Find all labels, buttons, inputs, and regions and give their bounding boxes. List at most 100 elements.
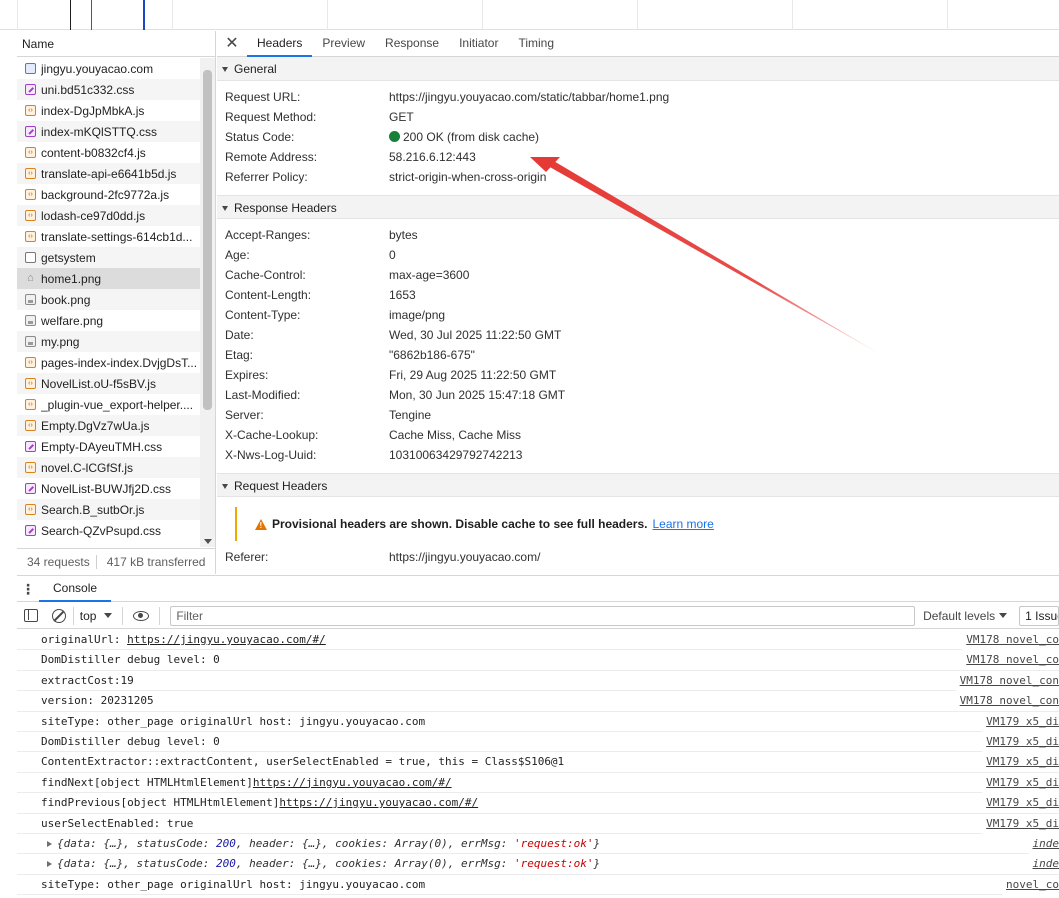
request-row[interactable]: getsystem <box>17 247 200 268</box>
tab-timing[interactable]: Timing <box>508 31 564 57</box>
header-name: Date: <box>225 328 254 342</box>
log-source-link[interactable]: VM178 novel_con <box>955 670 1059 691</box>
request-row[interactable]: jingyu.youyacao.com <box>17 58 200 79</box>
log-source-link[interactable]: VM179 x5_di <box>982 793 1059 814</box>
log-source-link[interactable]: VM179 x5_di <box>982 752 1059 773</box>
tab-console[interactable]: Console <box>39 576 112 602</box>
tab-headers[interactable]: Headers <box>247 31 313 57</box>
expand-arrow-icon[interactable] <box>47 861 52 868</box>
console-toolbar: top Default levels 1 Issue <box>17 603 1059 629</box>
live-expression-button[interactable] <box>127 610 155 621</box>
request-row[interactable]: pages-index-index.DvjgDsT... <box>17 352 200 373</box>
request-list-scrollbar[interactable] <box>200 58 215 547</box>
header-row: X-Cache-Lookup: Cache Miss, Cache Miss <box>217 425 1059 445</box>
network-overview-timeline[interactable] <box>0 0 1059 30</box>
log-source-link[interactable]: inde <box>1028 833 1059 854</box>
log-url-link[interactable]: https://jingyu.youyacao.com/#/ <box>127 633 326 646</box>
scrollbar-thumb[interactable] <box>203 70 212 410</box>
request-name: translate-settings-614cb1d... <box>41 229 193 244</box>
log-source-link[interactable]: VM179 x5_di <box>982 813 1059 834</box>
section-title-response-headers: Response Headers <box>234 201 337 215</box>
response-headers-section-header[interactable]: Response Headers <box>217 195 1059 219</box>
execution-context-select[interactable]: top <box>72 606 119 625</box>
console-filter-input[interactable] <box>170 605 916 626</box>
request-row[interactable]: index-DgJpMbkA.js <box>17 100 200 121</box>
request-row[interactable]: background-2fc9772a.js <box>17 184 200 205</box>
log-source-link[interactable]: inde <box>1028 854 1059 875</box>
request-name: index-mKQlSTTQ.css <box>41 124 158 139</box>
request-row[interactable]: translate-settings-614cb1d... <box>17 226 200 247</box>
request-name: index-DgJpMbkA.js <box>41 103 145 118</box>
tab-initiator[interactable]: Initiator <box>449 31 508 57</box>
learn-more-link[interactable]: Learn more <box>652 517 713 531</box>
request-row[interactable]: ⌂ home1.png <box>17 268 200 289</box>
header-row: Cache-Control: max-age=3600 <box>217 265 1059 285</box>
request-row[interactable]: Empty.DgVz7wUa.js <box>17 415 200 436</box>
request-row[interactable]: NovelList.oU-f5sBV.js <box>17 373 200 394</box>
close-icon[interactable]: ✕ <box>217 31 247 57</box>
log-source-link[interactable]: VM178 novel_co <box>962 650 1059 671</box>
warning-triangle-icon <box>255 518 267 530</box>
log-source-link[interactable]: VM179 x5_di <box>982 772 1059 793</box>
script-icon <box>25 168 36 179</box>
timeline-grid-line <box>482 0 483 30</box>
request-row[interactable]: welfare.png <box>17 310 200 331</box>
request-row[interactable]: Search-QZvPsupd.css <box>17 520 200 541</box>
log-text: siteType: other_page originalUrl host: j… <box>41 714 426 728</box>
request-row[interactable]: novel.C-lCGfSf.js <box>17 457 200 478</box>
header-row: Accept-Ranges: bytes <box>217 225 1059 245</box>
header-name: Content-Length: <box>225 288 312 302</box>
more-options-icon[interactable]: ⋮ <box>17 582 39 596</box>
log-text: findNext[object HTMLHtmlElement] <box>41 775 253 789</box>
chevron-down-icon <box>999 613 1008 618</box>
request-row[interactable]: Empty-DAyeuTMH.css <box>17 436 200 457</box>
object-preview-part: 'request:ok' <box>513 857 594 871</box>
request-row[interactable]: _plugin-vue_export-helper.... <box>17 394 200 415</box>
header-value: image/png <box>389 305 445 325</box>
header-name: Accept-Ranges: <box>225 228 311 242</box>
log-url-link[interactable]: https://jingyu.youyacao.com/#/ <box>253 776 452 789</box>
request-headers-section-header[interactable]: Request Headers <box>217 473 1059 497</box>
request-row[interactable]: translate-api-e6641b5d.js <box>17 163 200 184</box>
request-row[interactable]: Search.B_sutbOr.js <box>17 499 200 520</box>
expand-arrow-icon[interactable] <box>47 840 52 847</box>
request-row[interactable]: content-b0832cf4.js <box>17 142 200 163</box>
request-row[interactable]: uni.bd51c332.css <box>17 79 200 100</box>
name-column-header[interactable]: Name <box>17 31 215 57</box>
sidebar-toggle-button[interactable] <box>17 609 45 622</box>
console-log-message: findPrevious[object HTMLHtmlElement]http… <box>17 793 1059 814</box>
log-source-link[interactable]: VM179 x5_di <box>982 731 1059 752</box>
header-name: Referer: <box>225 550 269 564</box>
log-levels-dropdown[interactable]: Default levels <box>923 609 1008 623</box>
log-source-link[interactable]: VM178 novel_con <box>955 691 1059 712</box>
log-source-link[interactable]: VM179 x5_di <box>982 711 1059 732</box>
object-preview[interactable]: {data: {…}, statusCode: 200, header: {…}… <box>45 857 600 870</box>
issues-counter-button[interactable]: 1 Issue <box>1019 605 1059 626</box>
console-log-message: siteType: other_page originalUrl host: j… <box>17 711 1059 732</box>
header-name: Request URL: <box>225 90 301 104</box>
tab-preview[interactable]: Preview <box>312 31 375 57</box>
log-text: originalUrl: <box>41 633 128 646</box>
request-count: 34 requests <box>27 554 90 569</box>
tab-response[interactable]: Response <box>375 31 449 57</box>
request-row[interactable]: book.png <box>17 289 200 310</box>
header-name: Remote Address: <box>225 150 318 164</box>
console-log-message: DomDistiller debug level: 0 VM179 x5_di <box>17 731 1059 753</box>
log-source-link[interactable]: novel_co <box>1002 874 1059 895</box>
script-icon <box>25 189 36 200</box>
object-preview[interactable]: {data: {…}, statusCode: 200, header: {…}… <box>45 837 600 850</box>
scroll-down-arrow-icon[interactable] <box>204 539 212 544</box>
request-detail-panel: ✕ Headers Preview Response Initiator Timing … <box>217 31 1059 574</box>
log-url-link[interactable]: https://jingyu.youyacao.com/#/ <box>279 796 478 809</box>
timeline-dom-marker <box>143 0 145 30</box>
header-value: "6862b186-675" <box>389 345 475 365</box>
request-row[interactable]: NovelList-BUWJfj2D.css <box>17 478 200 499</box>
header-value: Fri, 29 Aug 2025 11:22:50 GMT <box>389 365 556 385</box>
log-text: DomDistiller debug level: 0 <box>41 653 220 667</box>
request-row[interactable]: lodash-ce97d0dd.js <box>17 205 200 226</box>
request-row[interactable]: index-mKQlSTTQ.css <box>17 121 200 142</box>
log-source-link[interactable]: VM178 novel_co <box>962 630 1059 650</box>
general-section-header[interactable]: General <box>217 57 1059 81</box>
clear-console-button[interactable] <box>45 608 73 623</box>
request-row[interactable]: my.png <box>17 331 200 352</box>
